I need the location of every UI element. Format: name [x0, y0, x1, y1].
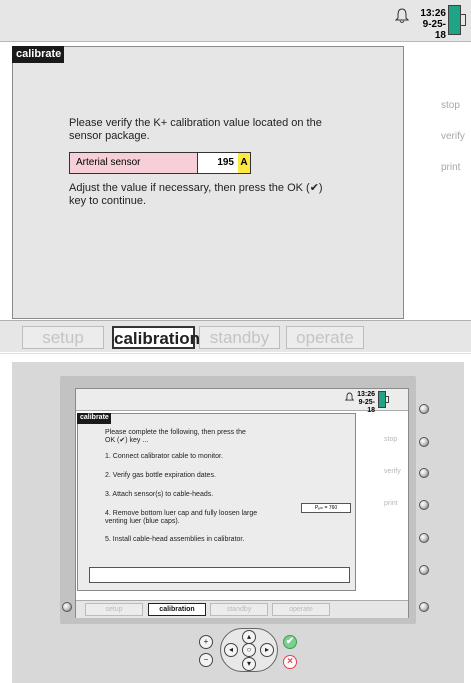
device-step-2: 2. Verify gas bottle expiration dates. — [105, 472, 216, 479]
tab-setup[interactable]: setup — [22, 326, 104, 349]
tab-calibration[interactable]: calibration — [112, 326, 200, 349]
cancel-icon[interactable]: × — [283, 655, 297, 669]
monitor-device: 13:26 9-25-18 calibrate Please complete … — [12, 362, 464, 683]
sensor-name: Arterial sensor — [70, 153, 198, 173]
softkey-verify[interactable]: verify — [441, 131, 465, 142]
hard-key-1[interactable] — [419, 404, 429, 414]
device-battery-icon — [378, 391, 386, 408]
up-arrow-icon[interactable]: ▴ — [242, 630, 256, 644]
ok-center-icon[interactable]: ○ — [242, 643, 256, 657]
device-tab-operate[interactable]: operate — [272, 603, 330, 616]
battery-icon — [448, 5, 461, 35]
status-time: 13:26 — [420, 8, 446, 19]
down-arrow-icon[interactable]: ▾ — [242, 657, 256, 671]
panel-title: calibrate — [12, 46, 64, 63]
alarm-bell-icon[interactable] — [395, 8, 409, 24]
softkey-print[interactable]: print — [441, 162, 460, 173]
minus-icon[interactable]: − — [199, 653, 213, 667]
section-divider — [0, 353, 471, 354]
device-status-time: 13:26 — [357, 391, 375, 398]
hard-key-3[interactable] — [419, 468, 429, 478]
adjust-instruction: Adjust the value if necessary, then pres… — [69, 182, 323, 207]
device-softkey-verify[interactable]: verify — [384, 468, 401, 475]
tab-standby[interactable]: standby — [199, 326, 280, 349]
tab-operate[interactable]: operate — [286, 326, 364, 349]
device-panel-title: calibrate — [77, 413, 111, 424]
hard-key-4[interactable] — [419, 500, 429, 510]
hard-key-5[interactable] — [419, 533, 429, 543]
device-step-1: 1. Connect calibrator cable to monitor. — [105, 453, 223, 460]
device-tab-setup[interactable]: setup — [85, 603, 143, 616]
device-tab-standby[interactable]: standby — [210, 603, 268, 616]
status-date: 9-25-18 — [422, 19, 446, 41]
device-step-3: 3. Attach sensor(s) to cable-heads. — [105, 491, 214, 498]
device-tab-calibration[interactable]: calibration — [148, 603, 206, 616]
hard-key-2[interactable] — [419, 437, 429, 447]
left-arrow-icon[interactable]: ◂ — [224, 643, 238, 657]
device-step-4: 4. Remove bottom luer cap and fully loos… — [105, 510, 258, 525]
softkey-column — [404, 42, 471, 319]
device-intro: Please complete the following, then pres… — [105, 429, 246, 444]
device-softkey-print[interactable]: print — [384, 500, 398, 507]
device-step-5: 5. Install cable-head assemblies in cali… — [105, 536, 245, 543]
check-icon[interactable]: ✔ — [283, 635, 297, 649]
device-softkey-stop[interactable]: stop — [384, 436, 397, 443]
device-status-date: 9-25-18 — [358, 399, 375, 414]
right-arrow-icon[interactable]: ▸ — [260, 643, 274, 657]
plus-icon[interactable]: + — [199, 635, 213, 649]
sensor-unit: A — [238, 153, 250, 173]
pressure-inset: Pₑₘ = 760 — [301, 503, 351, 513]
status-clock: 13:26 9-25-18 — [414, 8, 446, 41]
sensor-row[interactable]: Arterial sensor 195 A — [69, 152, 251, 174]
hard-key-left[interactable] — [62, 602, 72, 612]
sensor-value[interactable]: 195 — [198, 153, 238, 173]
softkey-stop[interactable]: stop — [441, 100, 460, 111]
hard-key-7[interactable] — [419, 602, 429, 612]
device-input-field[interactable] — [89, 567, 350, 583]
hard-key-6[interactable] — [419, 565, 429, 575]
device-status-clock: 13:26 9-25-18 — [353, 391, 375, 415]
battery-tip — [461, 14, 466, 26]
top-screen: 13:26 9-25-18 calibrate Please verify th… — [0, 0, 471, 352]
device-battery-tip — [386, 396, 389, 403]
verify-instruction: Please verify the K+ calibration value l… — [69, 117, 322, 142]
